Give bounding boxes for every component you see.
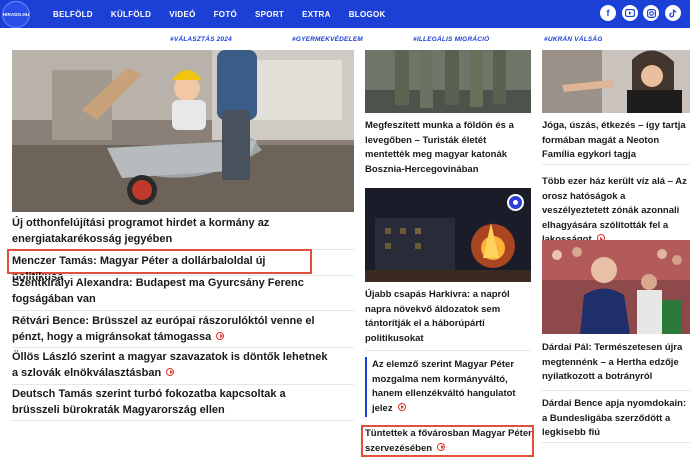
neoton-image[interactable] [542,50,690,113]
article-link-katonak[interactable]: Megfeszített munka a földön és a levegőb… [365,119,530,177]
divider [12,310,354,311]
video-play-icon [437,442,446,451]
tag-illegalis-migracio[interactable]: #ILLEGÁLIS MIGRÁCIÓ [413,36,489,43]
article-link-elemzo[interactable]: Az elemző szerint Magyar Péter mozgalma … [372,358,532,416]
nav-kulfold[interactable]: KÜLFÖLD [111,10,151,19]
opinion-accent-bar [365,357,367,417]
article-link-ollos[interactable]: Öllös László szerint a magyar szavazatok… [12,350,332,381]
nav-blogok[interactable]: BLOGOK [349,10,386,19]
dardai-image[interactable] [542,240,690,334]
nav-belfold[interactable]: BELFÖLD [53,10,93,19]
facebook-icon[interactable]: f [600,5,616,21]
soldiers-image[interactable] [365,50,531,113]
top-navigation-bar: HIRADO.HU BELFÖLD KÜLFÖLD VIDEÓ FOTÓ SPO… [0,0,690,28]
divider [12,347,354,348]
harkiv-image[interactable] [365,188,531,282]
divider [542,442,690,443]
divider [542,164,690,165]
youtube-icon[interactable] [622,5,638,21]
divider [12,384,354,385]
article-link-retvari[interactable]: Rétvári Bence: Brüsszel az európai rászo… [12,314,342,345]
article-title-text: Rétvári Bence: Brüsszel az európai rászo… [12,315,315,343]
hashtag-bar: #VÁLASZTÁS 2024 #GYERMEKVÉDELEM #ILLEGÁL… [0,28,690,50]
logo-text: HIRADO.HU [2,12,30,17]
divider [365,350,531,351]
video-play-icon [397,402,406,411]
instagram-icon[interactable] [643,5,659,21]
nav-sport[interactable]: SPORT [255,10,284,19]
tag-valasztas[interactable]: #VÁLASZTÁS 2024 [170,36,232,43]
article-link-dardai-pal[interactable]: Dárdai Pál: Természetesen újra megtennén… [542,341,690,385]
video-play-icon [216,331,225,340]
article-link-szentkiralyi[interactable]: Szentkirályi Alexandra: Budapest ma Gyur… [12,276,352,307]
tag-ukran-valsag[interactable]: #UKRÁN VÁLSÁG [544,36,603,43]
article-title-text: Több ezer ház került víz alá – Az orosz … [542,176,687,245]
tiktok-icon[interactable] [665,5,681,21]
lead-article-image[interactable] [12,50,354,212]
article-title-text: Az elemző szerint Magyar Péter mozgalma … [372,359,516,414]
article-link-harkiv[interactable]: Újabb csapás Harkivra: a napról napra nö… [365,288,525,346]
divider [542,390,690,391]
main-menu: BELFÖLD KÜLFÖLD VIDEÓ FOTÓ SPORT EXTRA B… [53,0,404,28]
nav-extra[interactable]: EXTRA [302,10,331,19]
article-link-neoton[interactable]: Jóga, úszás, étkezés – így tartja formáb… [542,119,690,163]
article-link-tuntettek[interactable]: Tüntettek a fővárosban Magyar Péter szer… [365,427,533,456]
site-logo[interactable]: HIRADO.HU [2,1,30,28]
article-link-dardai-bence[interactable]: Dárdai Bence apja nyomdokain: a Bundesli… [542,397,690,441]
article-title-text: Tüntettek a fővárosban Magyar Péter szer… [365,428,532,454]
divider [12,420,354,421]
video-play-icon[interactable] [507,194,524,211]
nav-video[interactable]: VIDEÓ [169,10,195,19]
article-link-arviz[interactable]: Több ezer ház került víz alá – Az orosz … [542,175,690,248]
lead-article-title[interactable]: Új otthonfelújítási programot hirdet a k… [12,216,332,247]
tag-gyermekvedelem[interactable]: #GYERMEKVÉDELEM [292,36,363,43]
nav-foto[interactable]: FOTÓ [214,10,237,19]
video-play-icon [166,367,175,376]
article-link-deutsch[interactable]: Deutsch Tamás szerint turbó fokozatba ka… [12,387,332,418]
